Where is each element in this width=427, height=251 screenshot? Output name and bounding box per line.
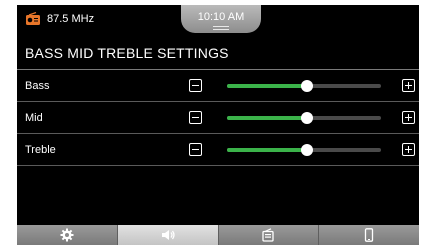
status-bar: 87.5 MHz 10:10 AM xyxy=(17,5,419,33)
nav-tab-radio[interactable] xyxy=(218,225,320,245)
eq-row-treble: Treble xyxy=(17,134,419,166)
head-unit-screen: 87.5 MHz 10:10 AM BASS MID TREBLE SETTIN… xyxy=(17,5,419,245)
divider xyxy=(17,165,419,166)
mid-increase-button[interactable] xyxy=(402,111,415,124)
page-title: BASS MID TREBLE SETTINGS xyxy=(25,45,229,61)
slider-fill xyxy=(227,116,308,120)
minus-icon xyxy=(192,85,199,86)
bass-increase-button[interactable] xyxy=(402,79,415,92)
slider-knob[interactable] xyxy=(301,144,314,156)
slider-fill xyxy=(227,84,308,88)
radio-icon xyxy=(262,228,275,242)
radio-icon xyxy=(26,12,40,25)
mid-slider[interactable] xyxy=(227,112,381,124)
eq-label: Treble xyxy=(25,144,56,156)
clock-pull-tab[interactable]: 10:10 AM xyxy=(181,5,261,33)
pull-handle-icon xyxy=(213,26,229,30)
slider-fill xyxy=(227,148,308,152)
nav-tab-phone[interactable] xyxy=(319,225,419,245)
slider-knob[interactable] xyxy=(301,112,314,124)
eq-row-mid: Mid xyxy=(17,102,419,134)
bass-slider[interactable] xyxy=(227,80,381,92)
gear-icon xyxy=(60,228,74,242)
bottom-nav xyxy=(17,225,419,245)
treble-decrease-button[interactable] xyxy=(189,143,202,156)
bass-decrease-button[interactable] xyxy=(189,79,202,92)
treble-slider[interactable] xyxy=(227,144,381,156)
plus-icon-stem xyxy=(408,114,409,121)
mid-decrease-button[interactable] xyxy=(189,111,202,124)
speaker-icon xyxy=(161,230,175,240)
phone-icon xyxy=(364,228,374,242)
eq-label: Bass xyxy=(25,80,50,92)
nav-tab-audio[interactable] xyxy=(117,225,219,245)
slider-knob[interactable] xyxy=(301,80,314,92)
minus-icon xyxy=(192,149,199,150)
nav-tab-settings[interactable] xyxy=(17,225,118,245)
clock-time: 10:10 AM xyxy=(197,11,245,23)
minus-icon xyxy=(192,117,199,118)
treble-increase-button[interactable] xyxy=(402,143,415,156)
plus-icon-stem xyxy=(408,146,409,153)
plus-icon-stem xyxy=(408,82,409,89)
radio-frequency: 87.5 MHz xyxy=(47,13,95,25)
eq-label: Mid xyxy=(25,112,43,124)
eq-row-bass: Bass xyxy=(17,70,419,102)
